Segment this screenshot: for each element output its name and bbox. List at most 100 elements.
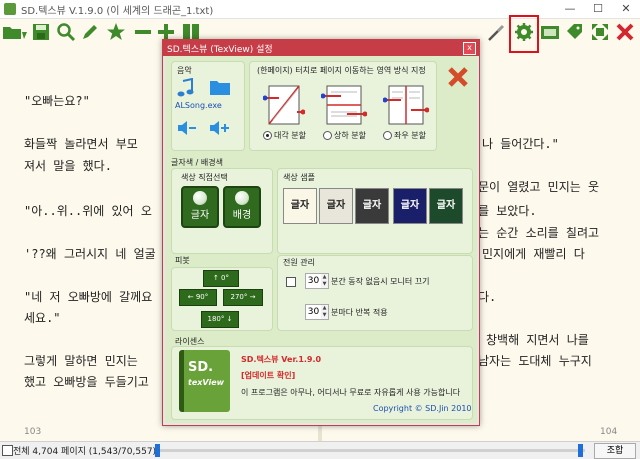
zoom-button[interactable]: 조합 <box>594 443 636 459</box>
color-sample-1[interactable]: 글자 <box>283 188 317 224</box>
text-line: "아..위..위에 있어 오 <box>24 204 152 218</box>
settings-dialog: SD.텍스뷰 (TexView) 설정 x 음악 ALSong.exe (한페이… <box>162 39 480 426</box>
monitor-off-spinner[interactable]: ▲ ▼ <box>321 273 329 289</box>
text-line: 창백해 지면서 나를 <box>486 333 589 347</box>
copyright-text: Copyright © SD.Jin 2010 <box>373 404 472 413</box>
license-description: 이 프로그램은 아무나, 어디서나 무료로 자유롭게 사용 가능합니다 <box>241 388 461 397</box>
alsong-link[interactable]: ALSong.exe <box>175 101 222 110</box>
color-direct-header: 색상 직접선택 <box>181 173 228 182</box>
power-header: 전원 관리 <box>283 258 315 267</box>
text-line: 져서 말을 했다. <box>24 159 112 173</box>
color-sample-3[interactable]: 글자 <box>355 188 389 224</box>
radio-horizontal[interactable] <box>383 131 392 140</box>
speaker-plus-icon <box>210 121 229 135</box>
monitor-off-checkbox[interactable] <box>286 277 296 287</box>
pencil-icon <box>83 25 97 39</box>
diagonal-split-icon <box>262 85 306 125</box>
logo-text-1: SD. <box>188 360 214 375</box>
fullscreen-button[interactable] <box>590 22 610 42</box>
text-line: '??왜 그러시지 네 얼굴 <box>24 247 156 261</box>
color-sample-4[interactable]: 글자 <box>393 188 427 224</box>
text-line: 화들짝 놀라면서 부모 <box>24 137 138 151</box>
text-line: "오빠는요?" <box>24 94 90 108</box>
right-page-number: 104 <box>600 427 618 437</box>
text-color-button[interactable]: 글자 <box>181 186 219 228</box>
update-check-link[interactable]: [업데이트 확인] <box>241 370 295 381</box>
dialog-body: 음악 ALSong.exe (한페이지) 터치로 페이지 이동하는 영역 방식 … <box>165 56 477 423</box>
search-icon <box>57 23 76 42</box>
topbottom-split-icon <box>320 85 368 125</box>
background-color-label: 배경 <box>232 210 252 221</box>
pivot-header: 피봇 <box>175 256 190 265</box>
red-x-icon <box>448 67 468 87</box>
status-checkbox[interactable] <box>2 445 13 456</box>
dialog-title-bar: SD.텍스뷰 (TexView) 설정 x <box>163 40 479 56</box>
color-ball-icon <box>235 191 249 205</box>
dialog-title: SD.텍스뷰 (TexView) 설정 <box>167 45 273 55</box>
left-page-number: 103 <box>24 427 42 437</box>
pivot-90-button[interactable]: ← 90° <box>179 289 217 306</box>
speaker-minus-icon <box>178 121 196 135</box>
text-line: 세요." <box>24 311 61 325</box>
close-icon <box>616 23 634 41</box>
monitor-off-minutes[interactable]: 30 <box>305 273 322 289</box>
repeat-minutes[interactable]: 30 <box>305 304 322 320</box>
repeat-spinner[interactable]: ▲ ▼ <box>321 304 329 320</box>
minimize-button[interactable]: — <box>556 0 584 18</box>
background-color-button[interactable]: 배경 <box>223 186 261 228</box>
dialog-close-button[interactable]: x <box>463 42 476 55</box>
music-player-button[interactable] <box>177 77 195 102</box>
page-slider-thumb[interactable] <box>155 444 160 457</box>
folder-icon <box>210 81 230 95</box>
pivot-270-button[interactable]: 270° → <box>223 289 263 306</box>
page-slider[interactable] <box>155 449 585 452</box>
touch-horizontal-illustration[interactable] <box>382 84 430 130</box>
save-icon <box>33 24 49 40</box>
edit-button[interactable] <box>80 22 100 42</box>
repeat-label: 분마다 반복 적용 <box>331 308 388 317</box>
color-sample-5[interactable]: 글자 <box>429 188 463 224</box>
colors-header: 글자색 / 배경색 <box>171 158 223 167</box>
minus-icon <box>135 30 151 34</box>
radio-vertical-label: 상하 분할 <box>334 131 366 140</box>
title-bar: SD.텍스뷰 V.1.9.0 (이 세계의 드래곤_1.txt) — ☐ ✕ <box>0 0 640 19</box>
save-button[interactable] <box>31 22 51 42</box>
bookmark-button[interactable] <box>106 22 126 42</box>
page-slider-end-thumb[interactable] <box>578 444 583 457</box>
reset-button[interactable] <box>447 66 469 92</box>
maximize-button[interactable]: ☐ <box>584 0 612 18</box>
text-line: 는 순간 소리를 칠려고 <box>478 226 600 240</box>
page-count-text: 전체 4,704 페이지 (1,543/70,557) <box>13 447 157 457</box>
touch-vertical-illustration[interactable] <box>320 84 368 130</box>
volume-down-button[interactable] <box>177 120 197 140</box>
search-button[interactable] <box>56 22 76 42</box>
settings-highlight <box>509 15 539 53</box>
music-folder-button[interactable] <box>209 78 231 100</box>
music-note-icon <box>177 77 194 97</box>
color-sample-2[interactable]: 글자 <box>319 188 353 224</box>
version-text: SD.텍스뷰 Ver.1.9.0 <box>241 355 322 364</box>
tag-button[interactable] <box>565 22 585 42</box>
text-line: 나 들어간다." <box>482 137 559 151</box>
style-button[interactable] <box>486 22 506 42</box>
text-line: 를 보았다. <box>478 204 537 218</box>
pivot-0-button[interactable]: ↑ 0° <box>203 270 239 287</box>
text-line: 남자는 도대체 누구지 <box>478 354 592 368</box>
text-line: 민지에게 재빨리 다 <box>482 247 585 261</box>
volume-up-button[interactable] <box>209 120 231 140</box>
text-line: 했고 오빠방을 두들기고 <box>24 375 149 389</box>
touch-diagonal-illustration[interactable] <box>262 84 306 130</box>
radio-vertical[interactable] <box>323 131 332 140</box>
open-file-button[interactable] <box>2 22 28 42</box>
pivot-180-button[interactable]: 180° ↓ <box>201 311 239 328</box>
text-line: 문이 열렸고 민지는 웃 <box>478 180 600 194</box>
background-image-button[interactable] <box>540 22 560 42</box>
text-line: 그렇게 말하면 민지는 <box>24 354 138 368</box>
exit-button[interactable] <box>615 22 635 42</box>
color-sample-header: 색상 샘플 <box>283 173 315 182</box>
font-smaller-button[interactable] <box>133 22 153 42</box>
window-close-button[interactable]: ✕ <box>612 0 640 18</box>
text-line: 다. <box>478 290 497 304</box>
radio-diagonal[interactable] <box>263 131 272 140</box>
radio-diagonal-label: 대각 분할 <box>274 131 306 140</box>
